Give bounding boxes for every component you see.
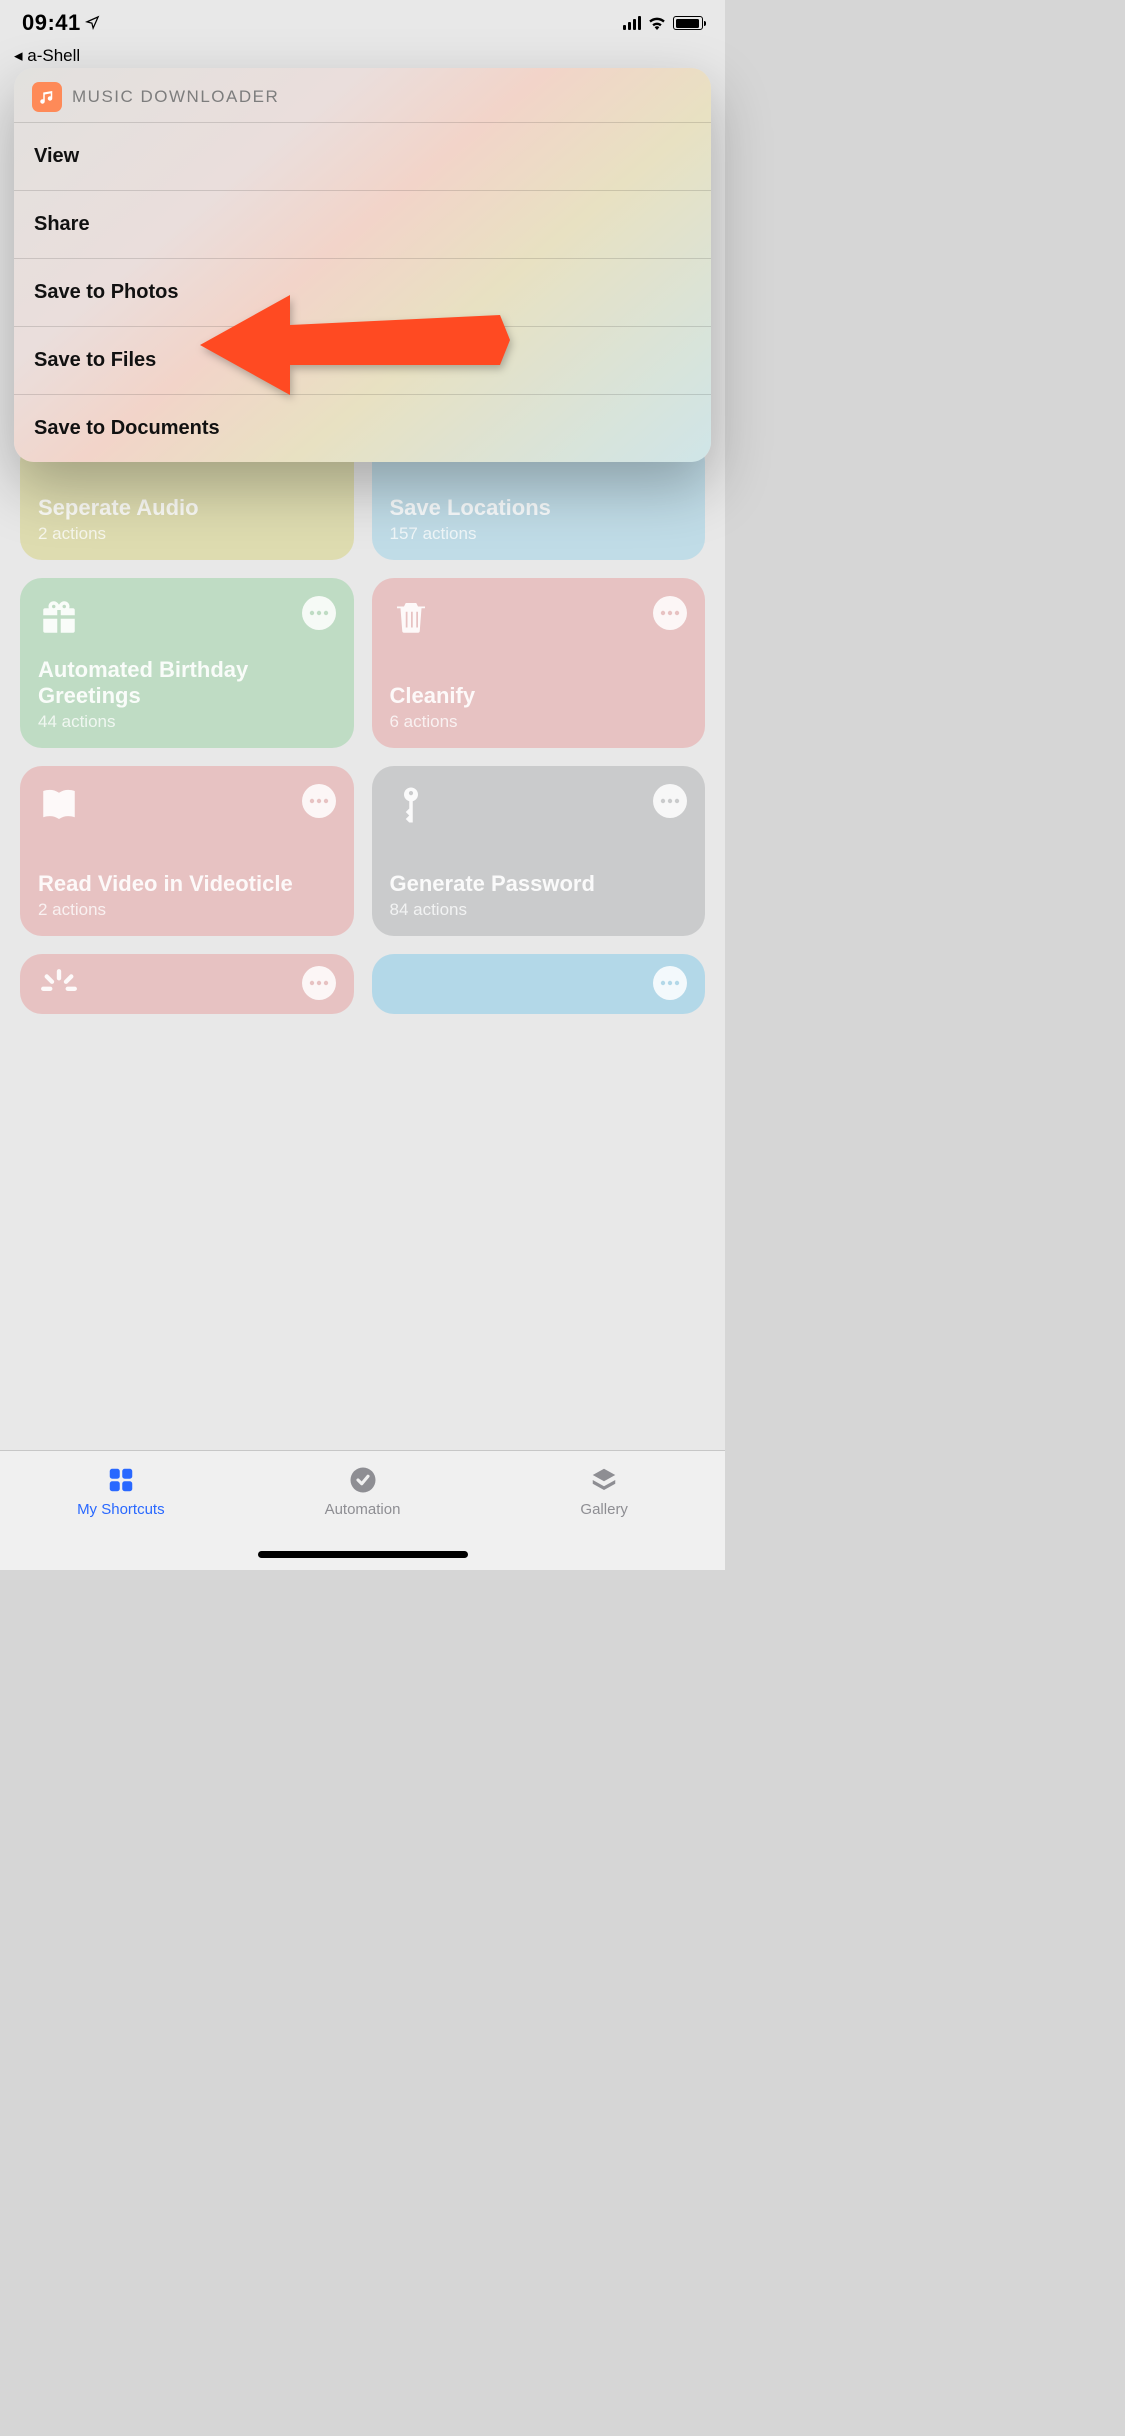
cellular-icon	[623, 16, 641, 30]
home-indicator[interactable]	[258, 1551, 468, 1558]
tab-bar: My Shortcuts Automation Gallery	[0, 1450, 725, 1570]
grid-icon	[106, 1465, 136, 1495]
popup-item-save-photos[interactable]: Save to Photos	[14, 258, 711, 326]
status-bar: 09:41	[0, 0, 725, 46]
popup-header: MUSIC DOWNLOADER	[14, 68, 711, 122]
popup-title: MUSIC DOWNLOADER	[72, 87, 279, 107]
tab-label: Automation	[325, 1501, 401, 1518]
back-to-app[interactable]: ◂ a-Shell	[14, 46, 80, 66]
clock-check-icon	[348, 1465, 378, 1495]
popup-item-view[interactable]: View	[14, 122, 711, 190]
tab-gallery[interactable]: Gallery	[483, 1451, 725, 1570]
popup-item-save-documents[interactable]: Save to Documents	[14, 394, 711, 462]
layers-icon	[589, 1465, 619, 1495]
tab-label: Gallery	[580, 1501, 628, 1518]
popup-item-save-files[interactable]: Save to Files	[14, 326, 711, 394]
battery-icon	[673, 16, 703, 30]
tab-my-shortcuts[interactable]: My Shortcuts	[0, 1451, 242, 1570]
music-icon	[32, 82, 62, 112]
tab-label: My Shortcuts	[77, 1501, 165, 1518]
location-icon	[85, 10, 100, 36]
wifi-icon	[647, 16, 667, 30]
action-popup: MUSIC DOWNLOADER View Share Save to Phot…	[14, 68, 711, 462]
status-time: 09:41	[22, 10, 81, 36]
popup-item-share[interactable]: Share	[14, 190, 711, 258]
